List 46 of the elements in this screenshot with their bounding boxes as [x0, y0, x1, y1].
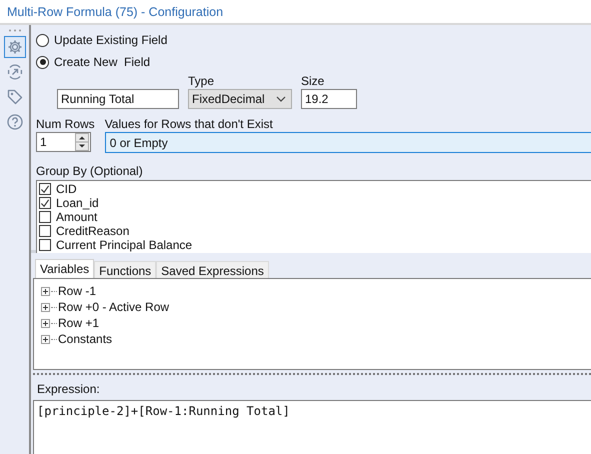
expression-label: Expression:: [37, 382, 101, 397]
radio-button[interactable]: [36, 56, 49, 68]
checkbox[interactable]: [39, 183, 51, 195]
help-icon: [6, 113, 24, 131]
field-name-input[interactable]: Running Total: [57, 89, 179, 109]
radio-label: Update Existing Field: [54, 33, 168, 47]
field-label: Amount: [56, 210, 98, 224]
spinner-arrows-icon[interactable]: [75, 133, 89, 151]
num-rows-label: Num Rows: [36, 117, 95, 132]
group-by-label: Group By (Optional): [36, 164, 144, 179]
field-label: Loan_id: [56, 196, 99, 210]
field-label: CID: [56, 182, 77, 196]
splitter-handle[interactable]: [33, 373, 591, 377]
expand-icon[interactable]: [41, 334, 50, 344]
field-label: Current Principal Balance: [56, 238, 192, 252]
radio-label: Create New Field: [54, 55, 150, 69]
tree-item[interactable]: Row +1: [58, 316, 100, 330]
checkbox[interactable]: [39, 197, 51, 209]
tab[interactable]: Functions: [94, 261, 156, 278]
type-label: Type: [188, 74, 216, 89]
size-input[interactable]: 19.2: [301, 89, 357, 109]
tree-item[interactable]: Row -1: [58, 284, 96, 298]
settings-icon: [6, 38, 24, 56]
tab[interactable]: Variables: [35, 259, 94, 278]
missing-values-label: Values for Rows that don't Exist: [104, 117, 274, 132]
caret-icon: [276, 96, 286, 102]
num-rows-spinner[interactable]: 1: [36, 132, 91, 152]
checkbox[interactable]: [39, 211, 51, 223]
tree-item[interactable]: Row +0 - Active Row: [58, 300, 170, 314]
missing-values-dropdown[interactable]: 0 or Empty: [104, 132, 591, 153]
expand-icon[interactable]: [41, 302, 50, 312]
expand-icon[interactable]: [41, 286, 50, 296]
settings-button[interactable]: [4, 36, 26, 58]
tab[interactable]: Saved Expressions: [156, 261, 269, 278]
tag-icon: [6, 88, 24, 106]
checkbox[interactable]: [39, 239, 51, 251]
size-label: Size: [301, 74, 326, 89]
expression-editor[interactable]: [principle-2]+[Row-1:Running Total]: [33, 400, 591, 454]
expand-icon[interactable]: [41, 318, 50, 328]
checkbox[interactable]: [39, 225, 51, 237]
tree-item[interactable]: Constants: [58, 332, 112, 346]
type-dropdown[interactable]: FixedDecimal: [188, 89, 292, 109]
circle-arrow-icon: [6, 63, 24, 81]
field-label: CreditReason: [56, 224, 130, 238]
radio-button[interactable]: [36, 34, 49, 46]
window-title: Multi-Row Formula (75) - Configuration: [7, 4, 224, 18]
